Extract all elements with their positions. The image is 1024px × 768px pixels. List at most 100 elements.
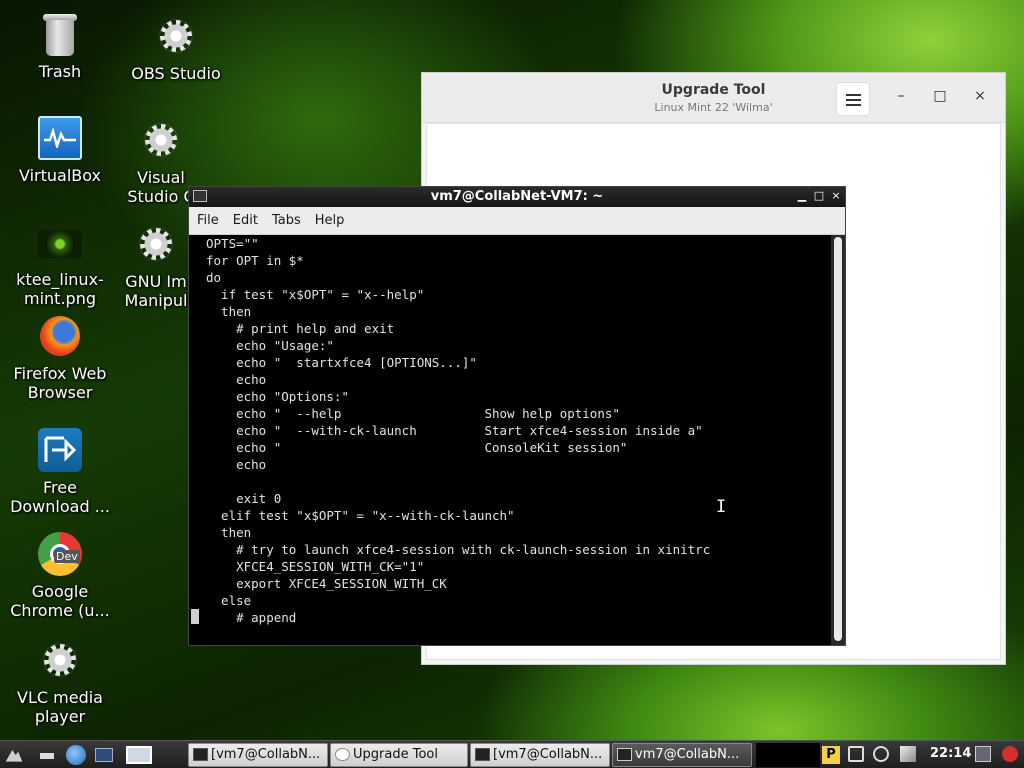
terminal-line: elif test "x$OPT" = "x--with-ck-launch" xyxy=(206,508,515,523)
upgrade-tool-title: Upgrade Tool xyxy=(661,82,766,98)
desktop-icon-label: Trash xyxy=(38,62,82,81)
minimize-button[interactable]: – xyxy=(891,88,911,104)
firefox-icon xyxy=(36,312,84,360)
desktop-icon-label: Firefox Web Browser xyxy=(13,364,107,402)
terminal-line: echo xyxy=(206,372,267,387)
gear-icon xyxy=(137,116,185,164)
show-desktop-icon[interactable] xyxy=(40,753,54,759)
desktop-icon-label: GNU Im Manipul xyxy=(124,272,188,310)
menu-file[interactable]: File xyxy=(191,213,225,228)
task-label: [vm7@CollabN... xyxy=(493,747,603,762)
terminal-line: # try to launch xfce4-session with ck-la… xyxy=(206,542,711,557)
gear-icon xyxy=(36,636,84,684)
desktop-icon-vlc[interactable]: VLC media player xyxy=(5,636,115,726)
menu-tabs[interactable]: Tabs xyxy=(266,213,307,228)
terminal-line: # print help and exit xyxy=(206,321,395,336)
terminal-line: exit 0 xyxy=(206,491,282,506)
terminal-line: else xyxy=(206,593,252,608)
task-label: vm7@CollabN... xyxy=(635,747,740,762)
terminal-line: if test "x$OPT" = "x--help" xyxy=(206,287,425,302)
terminal-line: echo xyxy=(206,457,267,472)
terminal-menubar: File Edit Tabs Help xyxy=(189,207,845,235)
terminal-line: then xyxy=(206,304,252,319)
trash-icon xyxy=(36,10,84,58)
maximize-button[interactable]: □ xyxy=(812,189,826,202)
gear-icon xyxy=(132,220,180,268)
gear-icon xyxy=(152,12,200,60)
desktop-icon-trash[interactable]: Trash xyxy=(5,10,115,81)
desktop-icon-gimp[interactable]: GNU Im Manipul xyxy=(121,220,191,310)
taskbar-button-terminal-active[interactable]: vm7@CollabN... xyxy=(612,743,752,767)
mint-menu-icon[interactable] xyxy=(4,745,24,765)
task-label: [vm7@CollabN... xyxy=(211,747,321,762)
window-list-icon[interactable] xyxy=(975,746,991,762)
desktop-icon-obs-studio[interactable]: OBS Studio xyxy=(121,12,231,83)
terminal-line: for OPT in $* xyxy=(206,253,304,268)
terminal-line: do xyxy=(206,270,222,285)
terminal-output[interactable]: OPTS="" for OPT in $* do if test "x$OPT" =… xyxy=(189,235,831,645)
image-file-icon xyxy=(36,218,84,266)
terminal-line: export XFCE4_SESSION_WITH_CK xyxy=(206,576,447,591)
dev-badge: Dev xyxy=(54,550,80,563)
terminal-scrollbar[interactable] xyxy=(831,235,845,645)
desktop-icon-label: Free Download ... xyxy=(10,478,110,516)
desktop-icon-firefox[interactable]: Firefox Web Browser xyxy=(5,312,115,402)
workspace-pager[interactable] xyxy=(756,743,820,767)
terminal-icon xyxy=(475,748,490,761)
terminal-line: # append xyxy=(206,610,297,625)
maximize-button[interactable]: □ xyxy=(930,88,950,104)
upgrade-icon xyxy=(335,748,350,761)
workspace-switcher-icon[interactable] xyxy=(126,746,152,764)
desktop-icon-ktee-image[interactable]: ktee_linux-mint.png xyxy=(5,218,115,308)
free-download-manager-icon xyxy=(36,426,84,474)
menu-edit[interactable]: Edit xyxy=(227,213,264,228)
desktop-icon-label: VirtualBox xyxy=(18,166,102,185)
hamburger-menu-button[interactable] xyxy=(836,82,870,116)
terminal-icon xyxy=(617,748,632,761)
browser-launcher-icon[interactable] xyxy=(66,745,86,765)
tray-app-p[interactable]: P xyxy=(822,746,840,764)
network-icon[interactable] xyxy=(900,746,916,762)
taskbar-button-terminal-1[interactable]: [vm7@CollabN... xyxy=(188,743,328,767)
scrollbar-thumb[interactable] xyxy=(834,237,842,641)
update-manager-icon[interactable] xyxy=(873,746,889,762)
terminal-cursor xyxy=(191,609,199,624)
desktop-icon-label: OBS Studio xyxy=(131,64,221,83)
close-button[interactable]: × xyxy=(970,88,990,104)
terminal-lines: OPTS="" for OPT in $* do if test "x$OPT" =… xyxy=(206,235,710,626)
terminal-titlebar[interactable]: vm7@CollabNet-VM7: ~ ▁ □ × xyxy=(189,187,845,207)
terminal-line: echo " startxfce4 [OPTIONS...]" xyxy=(206,355,477,370)
minimize-button[interactable]: ▁ xyxy=(795,189,809,202)
clipboard-icon[interactable] xyxy=(848,746,864,762)
desktop-icon-label: VLC media player xyxy=(17,688,103,726)
task-label: Upgrade Tool xyxy=(353,747,438,762)
virtualbox-icon xyxy=(36,114,84,162)
desktop-icon-virtualbox[interactable]: VirtualBox xyxy=(5,114,115,185)
terminal-line: echo "Options:" xyxy=(206,389,349,404)
clock[interactable]: 22:14 xyxy=(930,746,971,761)
terminal-line: XFCE4_SESSION_WITH_CK="1" xyxy=(206,559,425,574)
terminal-line: echo " ConsoleKit session" xyxy=(206,440,628,455)
terminal-title: vm7@CollabNet-VM7: ~ xyxy=(430,189,604,204)
taskbar-button-terminal-2[interactable]: [vm7@CollabN... xyxy=(470,743,610,767)
upgrade-tool-headerbar[interactable]: Upgrade Tool Linux Mint 22 'Wilma' – □ × xyxy=(422,73,1005,123)
file-manager-launcher-icon[interactable] xyxy=(95,748,113,762)
terminal-line: OPTS="" xyxy=(206,236,259,251)
desktop-icon-label: ktee_linux-mint.png xyxy=(16,270,104,308)
ibeam-cursor-icon: I xyxy=(716,497,727,517)
menu-help[interactable]: Help xyxy=(309,213,351,228)
terminal-line: echo " --with-ck-launch Start xfce4-sess… xyxy=(206,423,703,438)
desktop-icon-google-chrome-dev[interactable]: Dev Google Chrome (u... xyxy=(5,530,115,620)
taskbar-button-upgrade-tool[interactable]: Upgrade Tool xyxy=(330,743,468,767)
terminal-line: echo "Usage:" xyxy=(206,338,334,353)
chrome-dev-icon: Dev xyxy=(36,530,84,578)
desktop-icon-label: Google Chrome (u... xyxy=(10,582,110,620)
terminal-window[interactable]: vm7@CollabNet-VM7: ~ ▁ □ × File Edit Tab… xyxy=(188,186,846,646)
terminal-line: then xyxy=(206,525,252,540)
power-icon[interactable] xyxy=(1002,746,1018,762)
upgrade-tool-subtitle: Linux Mint 22 'Wilma' xyxy=(654,101,773,114)
close-button[interactable]: × xyxy=(829,189,843,202)
desktop-icon-free-download-manager[interactable]: Free Download ... xyxy=(5,426,115,516)
terminal-icon xyxy=(193,748,208,761)
